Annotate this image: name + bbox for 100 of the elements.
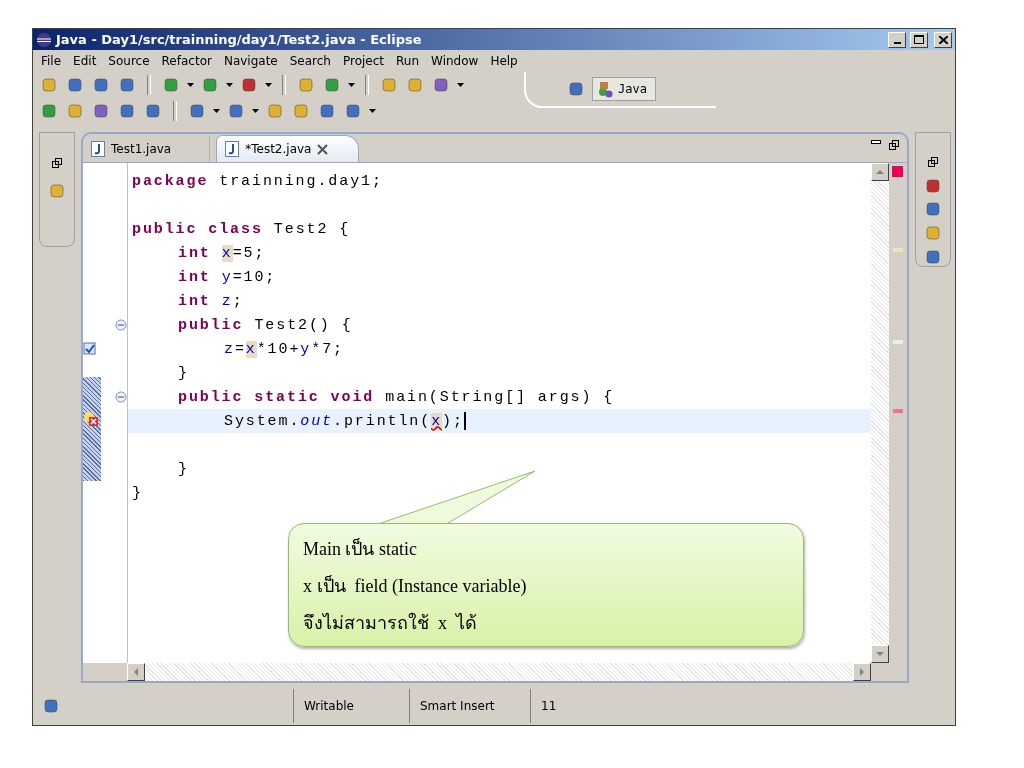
close-tab-icon[interactable]: [317, 143, 329, 155]
toolbar-icon: [145, 103, 161, 119]
caret-icon[interactable]: [348, 83, 355, 87]
scroll-right-button[interactable]: [853, 663, 871, 681]
perspective-button[interactable]: Java: [592, 77, 656, 101]
minimize-button[interactable]: [888, 31, 906, 48]
caret-icon[interactable]: [252, 109, 259, 113]
toolbar-button[interactable]: [187, 101, 207, 121]
toolbar-icon: [241, 77, 257, 93]
toolbar-button[interactable]: [39, 75, 59, 95]
toolbar-button[interactable]: [65, 75, 85, 95]
caret-icon[interactable]: [265, 83, 272, 87]
callout-text: จึงไม่สามารถใช้ x ได้: [303, 611, 478, 635]
toolbar-button[interactable]: [161, 75, 181, 95]
toolbar-icon: [67, 77, 83, 93]
toolbar-button[interactable]: [317, 101, 337, 121]
toolbar-button[interactable]: [239, 75, 259, 95]
view-button[interactable]: [923, 224, 943, 243]
menu-item[interactable]: Edit: [67, 54, 103, 68]
vertical-scrollbar[interactable]: [871, 163, 889, 663]
toolbar-icon: [163, 77, 179, 93]
toolbar-button[interactable]: [117, 75, 137, 95]
toolbar-icon: [407, 77, 423, 93]
scroll-left-button[interactable]: [127, 663, 145, 681]
callout-text: Main เป็น static: [303, 537, 418, 561]
menu-item[interactable]: Run: [390, 54, 426, 68]
right-arrow-icon: [860, 668, 864, 676]
maximize-icon[interactable]: [889, 140, 899, 150]
scroll-up-button[interactable]: [871, 163, 889, 181]
menu-item[interactable]: Source: [102, 54, 156, 68]
toolbar-icon: [41, 103, 57, 119]
callout-text: x เป็น field (Instance variable): [303, 574, 528, 598]
menu-item[interactable]: Navigate: [217, 54, 284, 68]
toolbar-icon: [93, 103, 109, 119]
view-button[interactable]: [923, 200, 943, 219]
toolbar-icon: [202, 77, 218, 93]
maximize-button[interactable]: [910, 31, 928, 48]
caret-icon[interactable]: [226, 83, 233, 87]
editor-tab[interactable]: *Test2.java: [216, 135, 360, 162]
toolbar-icon: [43, 698, 59, 714]
toolbar-icon: [319, 103, 335, 119]
toolbar-button[interactable]: [431, 75, 451, 95]
fast-view-button[interactable]: [41, 696, 61, 716]
toolbar-icon: [189, 103, 205, 119]
view-button[interactable]: [923, 248, 943, 266]
menu-item[interactable]: Project: [336, 54, 391, 68]
code-line: }: [177, 363, 190, 384]
close-button[interactable]: [934, 31, 952, 48]
toolbar-button[interactable]: [343, 101, 363, 121]
toolbar-button[interactable]: [226, 101, 246, 121]
toolbar-button[interactable]: [65, 101, 85, 121]
toolbar-icon: [925, 225, 941, 242]
toolbar-button[interactable]: [91, 101, 111, 121]
caret-icon[interactable]: [457, 83, 464, 87]
toolbar-icon: [119, 77, 135, 93]
toolbar-button[interactable]: [265, 101, 285, 121]
collapse-icon[interactable]: [115, 391, 127, 403]
toolbar-icon: [568, 81, 584, 97]
toolbar-icon: [324, 77, 340, 93]
hierarchy-view-button[interactable]: [47, 181, 67, 201]
menu-item[interactable]: Refactor: [155, 54, 218, 68]
editor-tab[interactable]: Test1.java: [83, 136, 211, 162]
menu-item[interactable]: Search: [283, 54, 337, 68]
toolbar-button[interactable]: [200, 75, 220, 95]
toolbar-icon: [293, 103, 309, 119]
toolbar-button[interactable]: [405, 75, 425, 95]
toolbar-icon: [433, 77, 449, 93]
code-line: z=x*10+y*7;: [223, 339, 345, 360]
view-button[interactable]: [923, 176, 943, 195]
toolbar-button[interactable]: [91, 75, 111, 95]
caret-icon[interactable]: [187, 83, 194, 87]
menu-item[interactable]: File: [35, 54, 68, 68]
toolbar-button[interactable]: [379, 75, 399, 95]
error-indicator: [892, 166, 903, 177]
toolbar-button[interactable]: [296, 75, 316, 95]
status-field: Writable: [293, 689, 409, 723]
menu-item[interactable]: Help: [484, 54, 524, 68]
menu-item[interactable]: Window: [425, 54, 485, 68]
toolbar-icon: [119, 103, 135, 119]
toolbar-button[interactable]: [143, 101, 163, 121]
minimize-icon: [893, 41, 901, 44]
toolbar-button[interactable]: [39, 101, 59, 121]
caret-icon[interactable]: [369, 109, 376, 113]
code-line: int x=5;: [177, 243, 267, 264]
caret-icon[interactable]: [213, 109, 220, 113]
toolbar-button[interactable]: [117, 101, 137, 121]
horizontal-scrollbar[interactable]: [127, 663, 871, 681]
left-arrow-icon: [134, 668, 138, 676]
up-arrow-icon: [876, 170, 884, 174]
toolbar-button[interactable]: [322, 75, 342, 95]
toolbar-icon: [298, 77, 314, 93]
toolbar-button[interactable]: [291, 101, 311, 121]
minimize-icon[interactable]: [871, 140, 881, 144]
toolbar-icon: [345, 103, 361, 119]
collapse-icon[interactable]: [115, 319, 127, 331]
code-line: }: [177, 459, 190, 480]
open-perspective-button[interactable]: [566, 79, 586, 99]
scroll-down-button[interactable]: [871, 645, 889, 663]
toolbar-icon: [925, 249, 941, 266]
down-arrow-icon: [876, 652, 884, 656]
